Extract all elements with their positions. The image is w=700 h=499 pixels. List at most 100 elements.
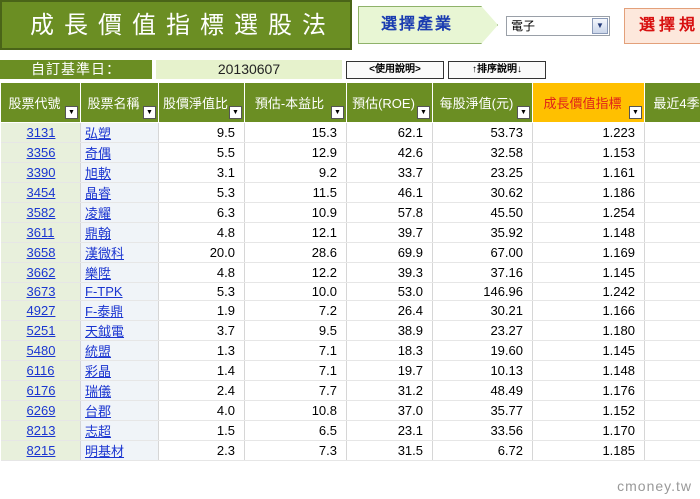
- filter-dropdown-icon[interactable]: ▼: [143, 106, 156, 119]
- select-rule-button[interactable]: 選擇規: [624, 8, 700, 44]
- stock-code-link[interactable]: 3454: [27, 185, 56, 200]
- usage-button[interactable]: <使用說明>: [346, 61, 444, 79]
- growth-value-index: 1.186: [532, 182, 645, 203]
- stock-code-link[interactable]: 3390: [27, 165, 56, 180]
- recent-4q-cell: [644, 222, 700, 243]
- stock-code-link[interactable]: 8213: [27, 423, 56, 438]
- stock-name-link[interactable]: 旭軟: [85, 166, 111, 181]
- column-header-name: 股票名稱 ▼: [80, 82, 159, 123]
- pe-ratio: 6.5: [244, 420, 347, 441]
- pb-ratio: 4.0: [158, 400, 245, 421]
- stock-name-cell: 瑞儀: [80, 380, 159, 401]
- stock-name-link[interactable]: 晶睿: [85, 186, 111, 201]
- stock-name-cell: 奇偶: [80, 142, 159, 163]
- book-value: 53.73: [432, 122, 533, 143]
- recent-4q-cell: [644, 360, 700, 381]
- stock-code-cell: 3662: [0, 262, 81, 283]
- growth-value-index: 1.148: [532, 222, 645, 243]
- sort-help-button[interactable]: ↑排序說明↓: [448, 61, 546, 79]
- recent-4q-cell: [644, 440, 700, 461]
- stock-code-cell: 5480: [0, 340, 81, 361]
- stock-code-link[interactable]: 3131: [27, 125, 56, 140]
- stock-code-cell: 3611: [0, 222, 81, 243]
- stock-code-link[interactable]: 4927: [27, 303, 56, 318]
- book-value: 6.72: [432, 440, 533, 461]
- pb-ratio: 5.3: [158, 182, 245, 203]
- column-header-code: 股票代號 ▼: [0, 82, 81, 123]
- stock-name-cell: 樂陞: [80, 262, 159, 283]
- stock-name-link[interactable]: F-泰鼎: [85, 304, 123, 319]
- pe-ratio: 12.9: [244, 142, 347, 163]
- stock-name-link[interactable]: 台郡: [85, 404, 111, 419]
- select-industry-button[interactable]: 選擇產業: [358, 6, 498, 44]
- stock-code-link[interactable]: 5251: [27, 323, 56, 338]
- stock-code-link[interactable]: 3611: [27, 225, 55, 240]
- stock-code-link[interactable]: 3673: [27, 284, 56, 299]
- stock-code-link[interactable]: 8215: [27, 443, 56, 458]
- chevron-down-icon[interactable]: ▼: [592, 18, 608, 34]
- roe: 31.5: [346, 440, 433, 461]
- stock-name-link[interactable]: 奇偶: [85, 146, 111, 161]
- stock-name-link[interactable]: 漢微科: [85, 246, 124, 261]
- filter-dropdown-icon[interactable]: ▼: [65, 106, 78, 119]
- pe-ratio: 7.2: [244, 300, 347, 321]
- stock-name-link[interactable]: 彩晶: [85, 364, 111, 379]
- table-row: 3582 凌耀 6.3 10.9 57.8 45.50 1.254: [0, 202, 700, 223]
- pe-ratio: 10.8: [244, 400, 347, 421]
- stock-name-link[interactable]: F-TPK: [85, 284, 123, 299]
- industry-dropdown[interactable]: 電子 ▼: [506, 16, 610, 36]
- stock-code-cell: 3131: [0, 122, 81, 143]
- stock-name-link[interactable]: 明基材: [85, 444, 124, 459]
- stock-name-cell: 天鉞電: [80, 320, 159, 341]
- book-value: 23.27: [432, 320, 533, 341]
- stock-name-link[interactable]: 瑞儀: [85, 384, 111, 399]
- stock-code-link[interactable]: 6176: [27, 383, 56, 398]
- roe: 39.7: [346, 222, 433, 243]
- stock-code-link[interactable]: 6116: [27, 363, 55, 378]
- ref-date-value[interactable]: 20130607: [156, 60, 342, 79]
- ref-date-label: 自訂基準日：: [0, 60, 152, 79]
- pb-ratio: 5.5: [158, 142, 245, 163]
- stock-name-link[interactable]: 凌耀: [85, 206, 111, 221]
- pe-ratio: 9.2: [244, 162, 347, 183]
- filter-dropdown-icon[interactable]: ▼: [229, 106, 242, 119]
- stock-code-link[interactable]: 3662: [27, 265, 56, 280]
- stock-code-link[interactable]: 3658: [27, 245, 56, 260]
- pb-ratio: 1.5: [158, 420, 245, 441]
- table-row: 5480 統盟 1.3 7.1 18.3 19.60 1.145: [0, 340, 700, 361]
- pb-ratio: 9.5: [158, 122, 245, 143]
- stock-name-link[interactable]: 天鉞電: [85, 324, 124, 339]
- stock-name-cell: 鼎翰: [80, 222, 159, 243]
- stock-code-link[interactable]: 3582: [27, 205, 56, 220]
- stock-name-link[interactable]: 弘塑: [85, 126, 111, 141]
- filter-dropdown-icon[interactable]: ▼: [417, 106, 430, 119]
- filter-dropdown-icon[interactable]: ▼: [517, 106, 530, 119]
- book-value: 35.92: [432, 222, 533, 243]
- stock-code-link[interactable]: 6269: [27, 403, 56, 418]
- recent-4q-cell: [644, 142, 700, 163]
- stock-name-link[interactable]: 鼎翰: [85, 226, 111, 241]
- roe: 62.1: [346, 122, 433, 143]
- pb-ratio: 2.3: [158, 440, 245, 461]
- table-row: 3662 樂陞 4.8 12.2 39.3 37.16 1.145: [0, 262, 700, 283]
- stock-code-cell: 6116: [0, 360, 81, 381]
- filter-dropdown-icon[interactable]: ▼: [331, 106, 344, 119]
- recent-4q-cell: [644, 162, 700, 183]
- pb-ratio: 4.8: [158, 262, 245, 283]
- filter-dropdown-icon[interactable]: ▼: [629, 106, 642, 119]
- stock-name-link[interactable]: 統盟: [85, 344, 111, 359]
- stock-name-cell: 統盟: [80, 340, 159, 361]
- table-row: 8215 明基材 2.3 7.3 31.5 6.72 1.185: [0, 440, 700, 461]
- stock-name-cell: 明基材: [80, 440, 159, 461]
- stock-code-link[interactable]: 5480: [27, 343, 56, 358]
- stock-code-cell: 3673: [0, 282, 81, 301]
- growth-value-index: 1.161: [532, 162, 645, 183]
- roe: 31.2: [346, 380, 433, 401]
- recent-4q-cell: [644, 182, 700, 203]
- pe-ratio: 9.5: [244, 320, 347, 341]
- stock-name-link[interactable]: 樂陞: [85, 266, 111, 281]
- book-value: 67.00: [432, 242, 533, 263]
- stock-code-link[interactable]: 3356: [27, 145, 56, 160]
- stock-name-link[interactable]: 志超: [85, 424, 111, 439]
- book-value: 30.62: [432, 182, 533, 203]
